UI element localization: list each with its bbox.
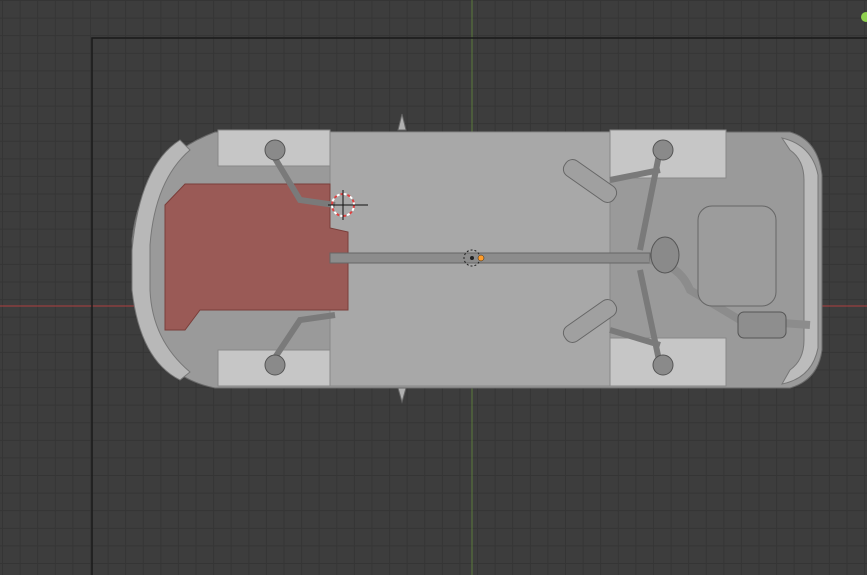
- rear-right-hub: [652, 354, 674, 376]
- navigation-gizmo-icon[interactable]: [861, 12, 867, 22]
- viewport-scene[interactable]: [0, 0, 867, 575]
- muffler: [737, 311, 787, 339]
- left-mirror: [397, 113, 407, 131]
- 3d-viewport[interactable]: [0, 0, 867, 575]
- car-chassis-model[interactable]: [131, 113, 823, 404]
- front-left-hub: [264, 139, 286, 161]
- rear-left-hub: [652, 139, 674, 161]
- right-mirror: [397, 387, 407, 404]
- front-right-hub: [264, 354, 286, 376]
- differential: [650, 236, 680, 274]
- fuel-tank: [697, 205, 777, 307]
- drive-shaft: [329, 252, 651, 264]
